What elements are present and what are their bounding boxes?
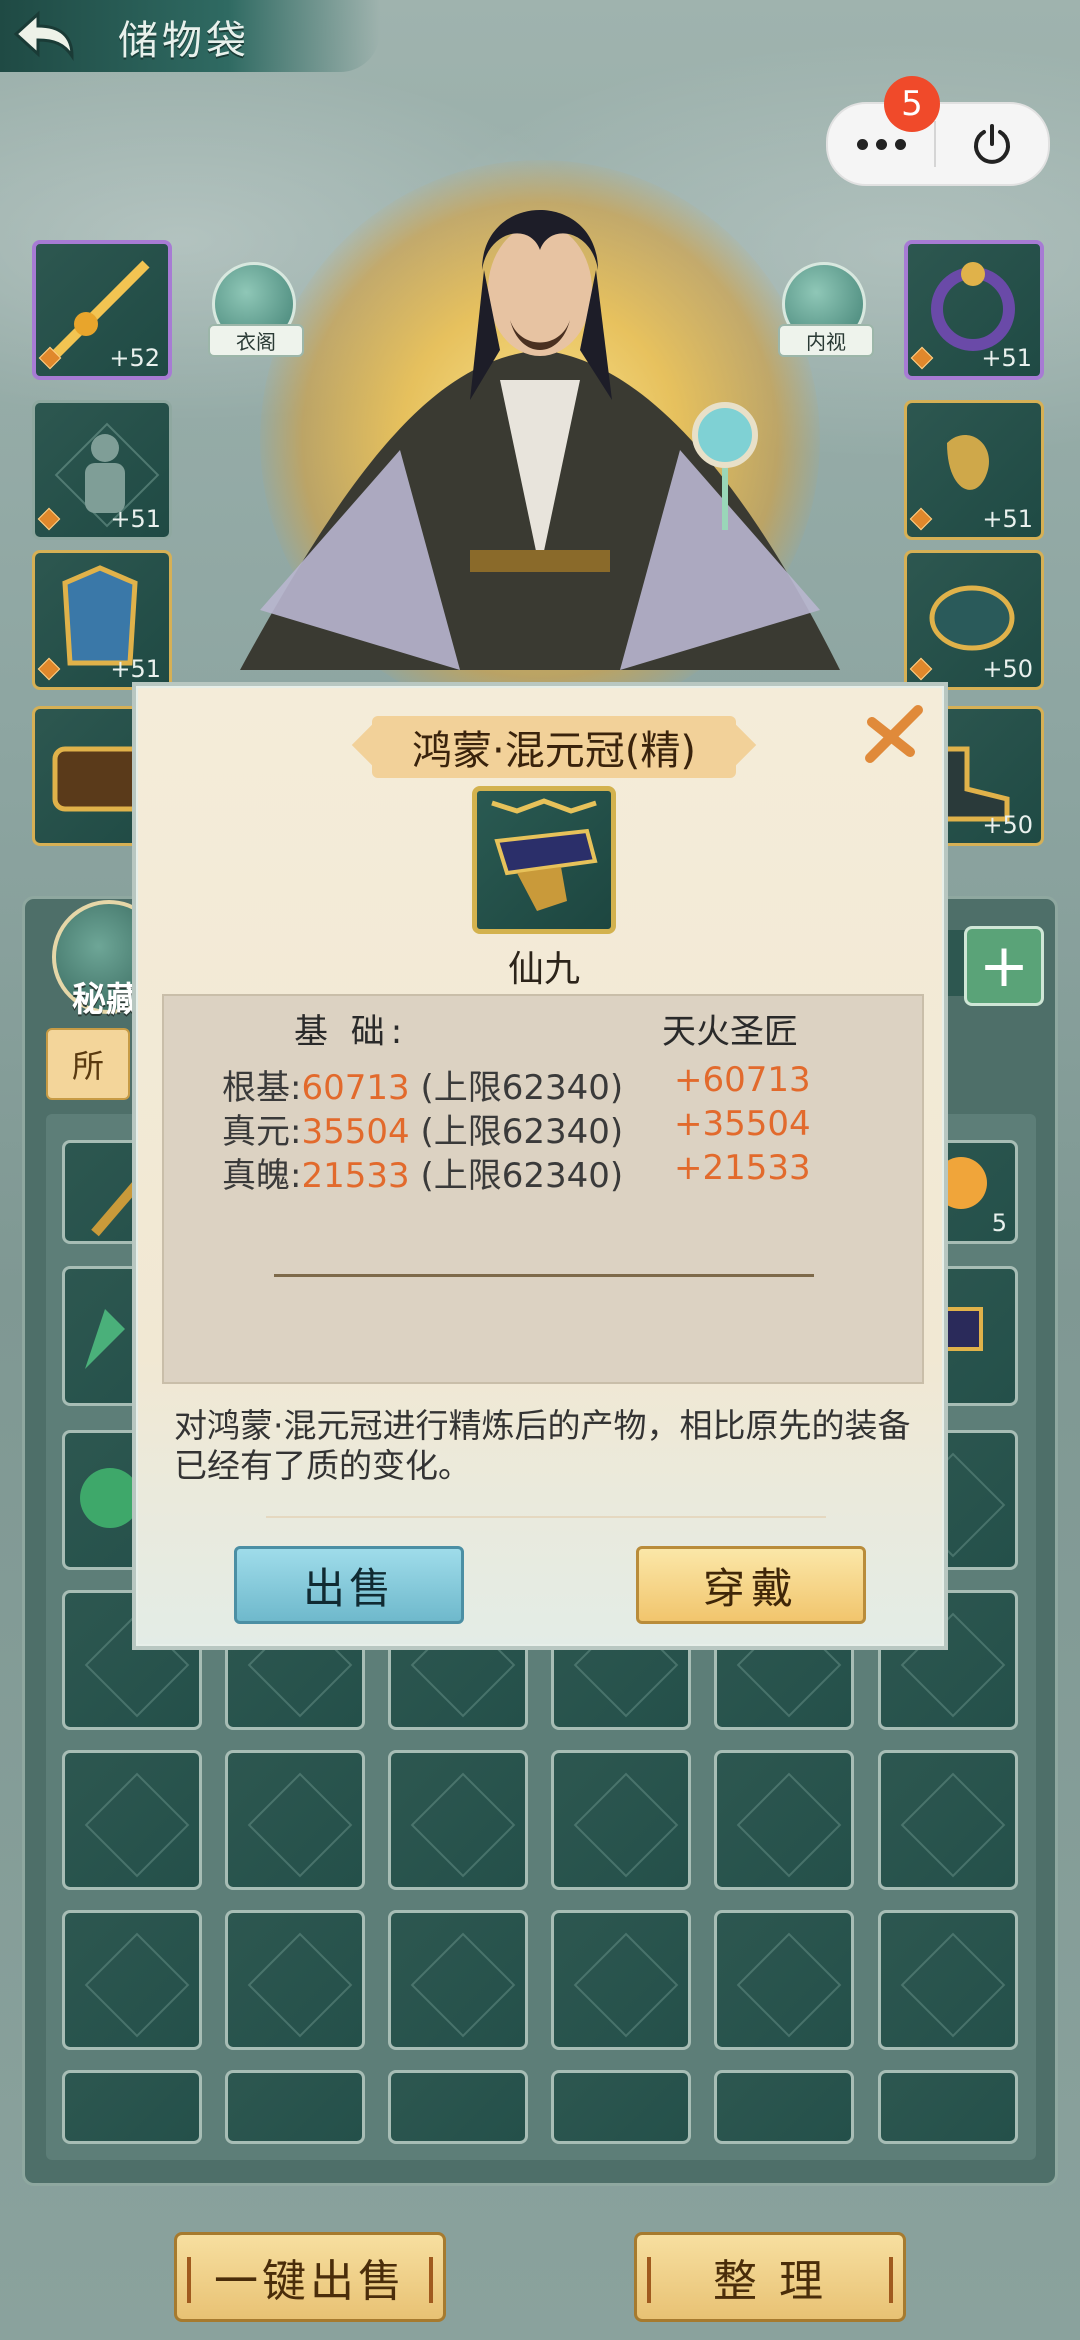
back-button[interactable] [8, 4, 80, 68]
bag-cell[interactable] [225, 1910, 365, 2050]
bag-cell[interactable] [714, 1750, 854, 1890]
bag-cell[interactable] [714, 1910, 854, 2050]
equip-button[interactable]: 穿戴 [636, 1546, 866, 1624]
slot-frame-icon [410, 1772, 516, 1878]
stat-bonus: +21533 [674, 1148, 811, 1188]
stat-limit: (上限62340) [409, 1112, 624, 1152]
item-grade: 仙九 [507, 949, 580, 990]
stat-row: 真元:35504 (上限62340) +35504 [222, 1104, 922, 1152]
stat-bonus: +60713 [674, 1060, 811, 1100]
bag-cell[interactable] [714, 2070, 854, 2144]
equip-slot-bracer[interactable]: +50 [904, 550, 1044, 690]
wardrobe-button[interactable]: 衣阁 [208, 262, 304, 357]
enhance-level: +50 [982, 811, 1033, 839]
slot-frame-icon [84, 1932, 190, 2038]
stat-name: 真元: [222, 1112, 302, 1152]
bag-cell[interactable] [551, 1750, 691, 1890]
equip-slot-amulet[interactable]: +51 [904, 400, 1044, 540]
bag-cell[interactable] [62, 1910, 202, 2050]
slot-frame-icon [84, 1772, 190, 1878]
bag-cell[interactable] [388, 1750, 528, 1890]
bonus-stats-header: 天火圣匠 [662, 1012, 798, 1052]
bag-cell[interactable] [551, 2070, 691, 2144]
equip-slot-empty[interactable]: +51 [32, 400, 172, 540]
slot-frame-icon [410, 1932, 516, 2038]
base-stats-header: 基 础: [294, 1012, 409, 1052]
enhance-level: +51 [982, 505, 1033, 533]
exit-button[interactable] [936, 104, 1048, 184]
close-button[interactable] [862, 702, 926, 766]
button-ornament [889, 2257, 893, 2303]
slot-frame-icon [900, 1932, 1006, 2038]
enhance-level: +51 [110, 505, 161, 533]
slot-frame-icon [736, 1932, 842, 2038]
stats-panel: 基 础: 天火圣匠 根基:60713 (上限62340) +60713 真元:3… [162, 994, 924, 1384]
notification-badge: 5 [884, 76, 940, 132]
enhance-level: +51 [981, 344, 1032, 372]
stat-row: 根基:60713 (上限62340) +60713 [222, 1060, 922, 1108]
button-ornament [647, 2257, 651, 2303]
crown-icon [491, 798, 598, 911]
button-ornament [187, 2257, 191, 2303]
stat-value: 60713 [301, 1068, 410, 1108]
stat-limit: (上限62340) [409, 1068, 624, 1108]
arrange-label: 整 理 [713, 2256, 827, 2307]
bag-cell[interactable] [878, 1750, 1018, 1890]
equip-slot-armor[interactable]: +51 [32, 550, 172, 690]
stat-name: 根基: [222, 1068, 302, 1108]
bag-cell[interactable] [62, 1750, 202, 1890]
item-detail-dialog: 鸿蒙·混元冠(精) 仙九 基 础: 天火圣匠 根基:60713 (上限62340… [132, 682, 948, 1650]
sell-all-label: 一键出售 [214, 2256, 406, 2307]
bag-cell[interactable] [388, 2070, 528, 2144]
slot-frame-icon [247, 1932, 353, 2038]
inspect-label: 内视 [778, 324, 874, 357]
stat-row: 真魄:21533 (上限62340) +21533 [222, 1148, 922, 1196]
button-ornament [429, 2257, 433, 2303]
enhance-level: +52 [109, 344, 160, 372]
bag-cell[interactable] [225, 1750, 365, 1890]
item-name: 鸿蒙·混元冠(精) [372, 716, 736, 778]
item-description: 对鸿蒙·混元冠进行精炼后的产物，相比原先的装备已经有了质的变化。 [174, 1406, 911, 1485]
arrange-button[interactable]: 整 理 [634, 2232, 906, 2322]
sell-button[interactable]: 出售 [234, 1546, 464, 1624]
bag-cell[interactable] [551, 1910, 691, 2050]
equip-slot-ring[interactable]: +51 [904, 240, 1044, 380]
item-icon [472, 786, 616, 934]
equip-slot-weapon[interactable]: +52 [32, 240, 172, 380]
dialog-divider [266, 1516, 826, 1518]
item-quantity: 5 [991, 1209, 1007, 1237]
stat-limit: (上限62340) [409, 1156, 624, 1196]
slot-frame-icon [573, 1932, 679, 2038]
stat-value: 21533 [301, 1156, 410, 1196]
slot-frame-icon [573, 1772, 679, 1878]
back-arrow-icon [13, 10, 74, 61]
close-icon [865, 705, 923, 763]
inspect-button[interactable]: 内视 [778, 262, 874, 357]
bag-cell[interactable] [388, 1910, 528, 2050]
bag-cell[interactable] [878, 2070, 1018, 2144]
stats-divider [274, 1274, 814, 1277]
more-dots-icon [856, 138, 906, 150]
wardrobe-label: 衣阁 [208, 324, 304, 357]
enhance-level: +51 [110, 655, 161, 683]
stat-name: 真魄: [222, 1156, 302, 1196]
power-icon [974, 124, 1010, 164]
sell-all-button[interactable]: 一键出售 [174, 2232, 446, 2322]
slot-frame-icon [247, 1772, 353, 1878]
bag-cell[interactable] [62, 2070, 202, 2144]
bag-cell[interactable] [878, 1910, 1018, 2050]
top-header: 储物袋 [0, 0, 380, 72]
expand-bag-button[interactable]: + [964, 926, 1044, 1006]
stat-bonus: +35504 [674, 1104, 811, 1144]
enhance-level: +50 [982, 655, 1033, 683]
stat-value: 35504 [301, 1112, 410, 1152]
slot-frame-icon [900, 1772, 1006, 1878]
bag-cell[interactable] [225, 2070, 365, 2144]
page-title: 储物袋 [118, 18, 250, 64]
slot-frame-icon [736, 1772, 842, 1878]
character-portrait [240, 210, 840, 670]
tab-all[interactable]: 所 [46, 1028, 130, 1100]
